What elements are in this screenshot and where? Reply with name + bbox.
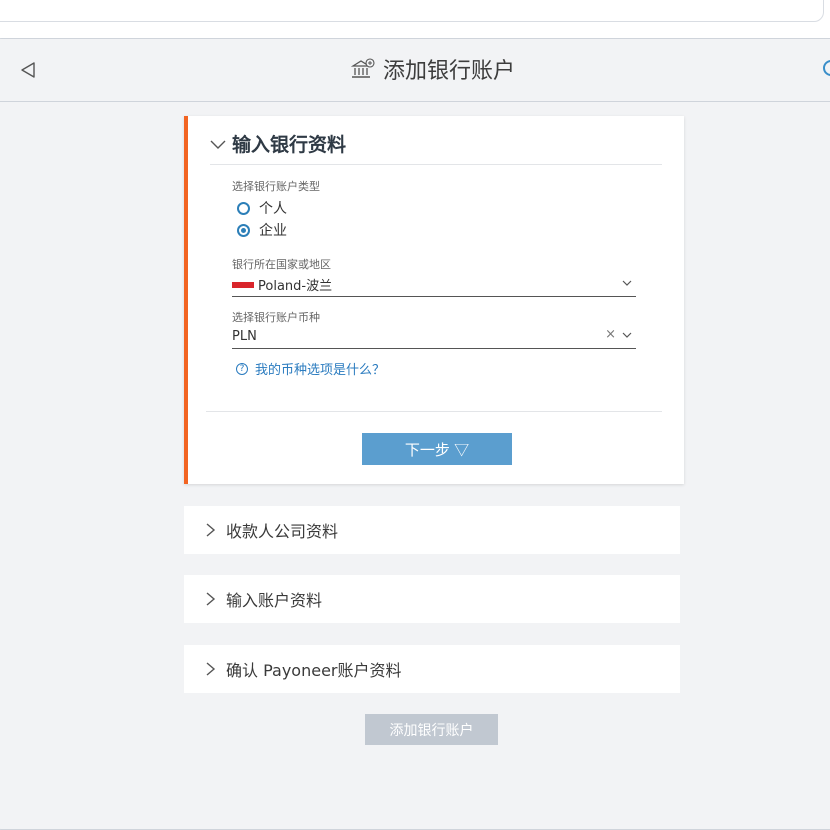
back-triangle-icon[interactable] xyxy=(19,61,37,79)
add-bank-account-panel: 添加银行账户 输入银行资料 选择银行账户类型 个人 企业 银行所在国家或地区 P… xyxy=(0,38,830,830)
chevron-right-icon xyxy=(206,523,216,537)
bank-info-section-header[interactable]: 输入银行资料 xyxy=(210,130,346,157)
radio-business[interactable]: 企业 xyxy=(237,220,287,240)
page-title-text: 添加银行账户 xyxy=(383,59,516,84)
account-type-label: 选择银行账户类型 xyxy=(232,180,320,193)
poland-flag-icon xyxy=(232,282,254,288)
radio-personal[interactable]: 个人 xyxy=(237,198,287,218)
chevron-down-icon xyxy=(622,332,632,338)
chevron-down-icon xyxy=(210,140,226,149)
chevron-right-icon xyxy=(206,592,216,606)
question-icon: ? xyxy=(236,362,248,375)
chevron-down-icon xyxy=(622,280,632,286)
button-divider xyxy=(206,411,662,412)
currency-value: PLN xyxy=(232,328,257,344)
account-info-title: 输入账户资料 xyxy=(226,591,323,610)
help-circle-icon[interactable] xyxy=(823,60,830,76)
bank-add-icon xyxy=(351,58,375,78)
radio-business-label: 企业 xyxy=(259,223,287,239)
currency-help-link[interactable]: ? 我的币种选项是什么？ xyxy=(236,359,385,378)
bank-info-card: 输入银行资料 选择银行账户类型 个人 企业 银行所在国家或地区 Poland-波… xyxy=(184,116,684,484)
account-info-section[interactable]: 输入账户资料 xyxy=(184,575,680,623)
currency-help-text: 我的币种选项是什么？ xyxy=(255,363,386,378)
country-label: 银行所在国家或地区 xyxy=(232,258,331,271)
radio-personal-circle[interactable] xyxy=(237,201,250,215)
currency-label: 选择银行账户币种 xyxy=(232,311,320,324)
chevron-right-icon xyxy=(206,662,216,676)
next-step-button[interactable]: 下一步 ▽ xyxy=(362,433,512,465)
payee-company-title: 收款人公司资料 xyxy=(226,522,339,541)
radio-personal-label: 个人 xyxy=(259,201,287,217)
confirm-payoneer-section[interactable]: 确认 Payoneer账户资料 xyxy=(184,645,680,693)
top-card xyxy=(0,0,824,22)
bank-info-title: 输入银行资料 xyxy=(232,134,347,156)
country-value: Poland-波兰 xyxy=(258,278,333,294)
panel-header: 添加银行账户 xyxy=(0,39,830,102)
payee-company-section[interactable]: 收款人公司资料 xyxy=(184,506,680,554)
confirm-payoneer-title: 确认 Payoneer账户资料 xyxy=(226,661,402,680)
country-select[interactable]: Poland-波兰 xyxy=(232,272,636,297)
page-title: 添加银行账户 xyxy=(351,54,515,84)
add-bank-account-button[interactable]: 添加银行账户 xyxy=(365,714,498,745)
section-divider xyxy=(210,164,662,165)
currency-select[interactable]: PLN × xyxy=(232,324,636,349)
clear-icon[interactable]: × xyxy=(605,327,616,342)
radio-business-circle[interactable] xyxy=(237,223,250,237)
